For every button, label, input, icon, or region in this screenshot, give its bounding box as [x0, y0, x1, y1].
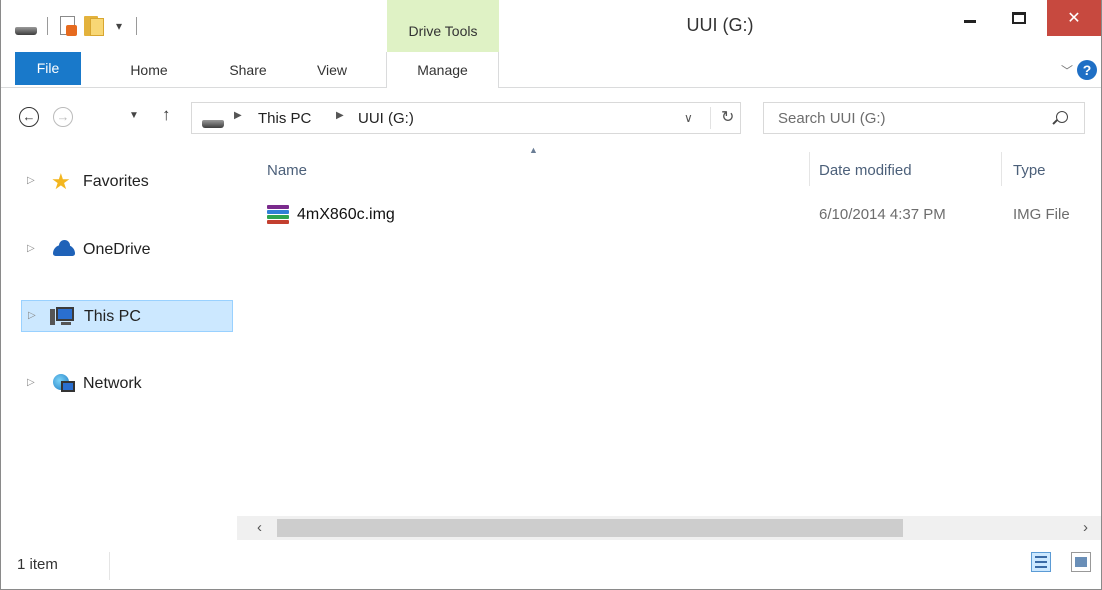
- horizontal-scrollbar[interactable]: ‹ ›: [237, 516, 1101, 540]
- star-icon: ★: [51, 169, 71, 194]
- nav-item-label: This PC: [84, 308, 141, 325]
- table-row[interactable]: 4mX860c.img 6/10/2014 4:37 PM IMG File: [261, 202, 1101, 230]
- maximize-button[interactable]: [995, 0, 1043, 36]
- explorer-window: ▾ Drive Tools UUI (G:) ✕ File Home Share…: [0, 0, 1102, 590]
- navigation-bar: ← → ▼ ↑ ▶ This PC ▶ UUI (G:) ∨ ↻ Search …: [1, 88, 1101, 144]
- title-bar[interactable]: ▾ Drive Tools UUI (G:) ✕: [1, 0, 1101, 52]
- quick-access-toolbar: ▾: [15, 14, 141, 38]
- expand-icon[interactable]: ▷: [27, 243, 35, 254]
- back-button[interactable]: ←: [19, 107, 39, 127]
- network-icon: [51, 373, 75, 395]
- file-list: ▲ Name Date modified Type 4mX860c.img 6/…: [237, 144, 1101, 544]
- archive-file-icon: [267, 205, 289, 225]
- up-button[interactable]: ↑: [162, 105, 171, 125]
- drive-tools-label: Drive Tools: [408, 23, 478, 39]
- breadcrumb-drive[interactable]: UUI (G:): [358, 110, 414, 127]
- nav-item-label: Network: [83, 375, 142, 392]
- nav-item-favorites[interactable]: ▷ ★ Favorites: [21, 166, 233, 198]
- properties-icon[interactable]: [58, 15, 78, 37]
- tab-home[interactable]: Home: [119, 52, 179, 88]
- expand-ribbon-icon[interactable]: ﹀: [1061, 62, 1073, 79]
- column-divider[interactable]: [1001, 152, 1002, 186]
- scroll-left-icon[interactable]: ‹: [257, 519, 262, 536]
- nav-item-label: OneDrive: [83, 241, 151, 258]
- expand-icon[interactable]: ▷: [27, 377, 35, 388]
- forward-button[interactable]: →: [53, 107, 73, 127]
- close-icon: ✕: [1067, 10, 1081, 27]
- nav-item-label: Favorites: [83, 173, 149, 190]
- qat-separator: [136, 17, 137, 35]
- nav-item-onedrive[interactable]: ▷ OneDrive: [21, 234, 233, 266]
- drive-icon[interactable]: [15, 27, 37, 35]
- details-view-icon[interactable]: [1031, 552, 1051, 572]
- expand-icon[interactable]: ▷: [28, 310, 36, 321]
- refresh-icon[interactable]: ↻: [710, 107, 734, 129]
- customize-qat-icon[interactable]: ▾: [112, 19, 126, 33]
- search-placeholder: Search UUI (G:): [778, 110, 886, 127]
- address-history-icon[interactable]: ∨: [684, 111, 693, 125]
- close-button[interactable]: ✕: [1047, 0, 1101, 36]
- breadcrumb-chevron-icon[interactable]: ▶: [336, 110, 344, 121]
- minimize-icon: [964, 19, 976, 23]
- file-date-modified: 6/10/2014 4:37 PM: [819, 206, 946, 223]
- column-header-name[interactable]: Name: [267, 162, 307, 179]
- minimize-button[interactable]: [945, 0, 995, 36]
- file-type: IMG File: [1013, 206, 1070, 223]
- address-bar[interactable]: ▶ This PC ▶ UUI (G:) ∨ ↻: [191, 102, 741, 134]
- help-icon[interactable]: ?: [1077, 60, 1097, 80]
- nav-item-this-pc[interactable]: ▷ This PC: [21, 300, 233, 332]
- item-count: 1 item: [17, 556, 58, 573]
- large-icons-view-icon[interactable]: [1071, 552, 1091, 572]
- maximize-icon: [1012, 12, 1026, 24]
- status-bar: 1 item: [1, 544, 1101, 588]
- column-header-date-modified[interactable]: Date modified: [819, 162, 912, 179]
- file-name: 4mX860c.img: [297, 206, 395, 223]
- breadcrumb-chevron-icon[interactable]: ▶: [234, 110, 242, 121]
- breadcrumb-this-pc[interactable]: This PC: [258, 110, 311, 127]
- ribbon-tab-bar: File Home Share View Manage ﹀ ?: [1, 52, 1101, 89]
- column-divider[interactable]: [809, 152, 810, 186]
- nav-item-network[interactable]: ▷ Network: [21, 368, 233, 400]
- tab-manage[interactable]: Manage: [386, 52, 499, 89]
- scrollbar-thumb[interactable]: [277, 519, 903, 537]
- expand-icon[interactable]: ▷: [27, 175, 35, 186]
- computer-icon: [50, 306, 76, 328]
- search-icon[interactable]: [1056, 111, 1068, 123]
- search-input[interactable]: Search UUI (G:): [763, 102, 1085, 134]
- status-separator: [109, 552, 110, 580]
- tab-view[interactable]: View: [307, 52, 357, 88]
- sort-ascending-icon: ▲: [529, 145, 538, 155]
- navigation-pane: ▷ ★ Favorites ▷ OneDrive ▷ This PC ▷ Net…: [1, 144, 237, 544]
- drive-tools-context-tab: Drive Tools: [387, 0, 499, 52]
- tab-share[interactable]: Share: [219, 52, 277, 88]
- column-header-type[interactable]: Type: [1013, 162, 1046, 179]
- scroll-right-icon[interactable]: ›: [1083, 519, 1088, 536]
- new-folder-icon[interactable]: [84, 16, 106, 36]
- cloud-icon: [51, 239, 75, 261]
- tab-file[interactable]: File: [15, 52, 81, 85]
- qat-separator: [47, 17, 48, 35]
- window-title: UUI (G:): [686, 15, 754, 35]
- recent-locations-button[interactable]: ▼: [129, 110, 139, 121]
- drive-icon: [202, 120, 224, 128]
